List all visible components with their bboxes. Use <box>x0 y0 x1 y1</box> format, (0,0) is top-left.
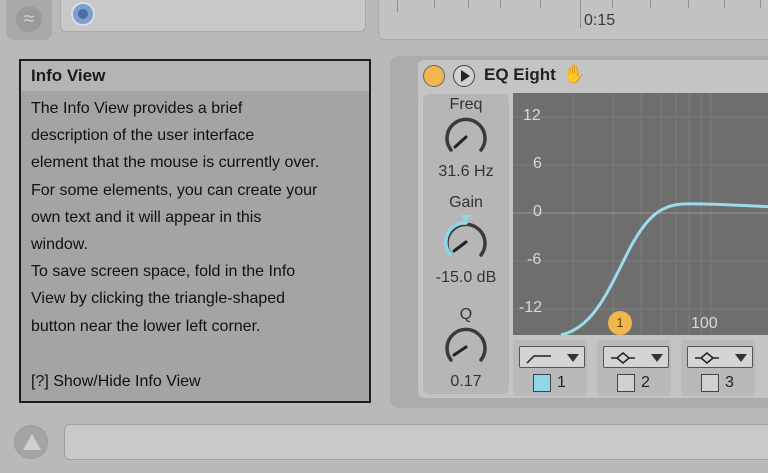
eq-eight-device: EQ Eight ✋ Freq 31.6 Hz Gain -15.0 dB Q … <box>418 60 768 398</box>
timeline-tick <box>500 0 501 8</box>
y-label-6: 6 <box>533 155 542 172</box>
freq-knob[interactable] <box>443 116 489 156</box>
hand-icon[interactable]: ✋ <box>563 64 585 85</box>
gain-value: -15.0 dB <box>435 269 497 286</box>
filter-enable-checkbox[interactable] <box>533 374 551 392</box>
filter-number: 3 <box>725 374 734 391</box>
time-label: 0:15 <box>584 12 616 29</box>
y-label-minus-6: -6 <box>527 251 542 268</box>
freq-label: Freq <box>449 96 483 113</box>
device-play-button[interactable] <box>453 65 475 87</box>
eq-curve <box>513 93 768 335</box>
timeline-tick <box>468 0 469 8</box>
band-marker-1[interactable]: 1 <box>608 311 632 335</box>
status-bar <box>64 424 768 460</box>
bell-icon <box>695 352 719 364</box>
chevron-down-icon <box>567 354 579 362</box>
q-value: 0.17 <box>450 373 482 390</box>
low-cut-icon <box>526 355 551 364</box>
arrangement-timeline[interactable] <box>378 0 768 40</box>
top-field[interactable] <box>60 0 366 32</box>
timeline-tick <box>580 0 581 28</box>
timeline-tick <box>397 0 398 12</box>
browser-toggle-button[interactable]: ≈ <box>6 0 52 40</box>
eq-display[interactable]: 12 6 0 -6 -12 100 <box>513 93 768 335</box>
filter-enable-checkbox[interactable] <box>701 374 719 392</box>
y-label-minus-12: -12 <box>519 299 543 316</box>
chevron-down-icon <box>735 354 747 362</box>
device-power-button[interactable] <box>423 65 445 87</box>
timeline-tick <box>724 0 725 8</box>
device-title: EQ Eight <box>484 65 556 84</box>
wave-icon: ≈ <box>16 6 42 32</box>
timeline-tick <box>434 0 435 8</box>
info-view-footer: [?] Show/Hide Info View <box>31 373 201 390</box>
y-label-12: 12 <box>523 107 541 124</box>
q-label: Q <box>459 306 473 323</box>
gain-label: Gain <box>449 194 483 211</box>
filter-type-select[interactable] <box>603 346 669 368</box>
timeline-tick <box>540 0 541 8</box>
filter-type-select[interactable] <box>519 346 585 368</box>
timeline-tick <box>612 0 613 8</box>
timeline-tick <box>650 0 651 8</box>
knob-panel: Freq 31.6 Hz Gain -15.0 dB Q 0.17 <box>423 94 509 394</box>
filter-band-3: 3 <box>681 340 755 396</box>
x-label-100: 100 <box>691 315 718 332</box>
filter-band-1: 1 <box>513 340 587 396</box>
y-label-0: 0 <box>533 203 542 220</box>
info-view-panel: Info View The Info View provides a brief… <box>19 59 371 403</box>
filter-type-select[interactable] <box>687 346 753 368</box>
filter-bands: 1 2 3 <box>513 336 768 396</box>
timeline-tick <box>688 0 689 8</box>
q-knob[interactable] <box>443 326 489 366</box>
info-view-toggle-button[interactable] <box>14 425 48 459</box>
filter-enable-checkbox[interactable] <box>617 374 635 392</box>
chevron-down-icon <box>651 354 663 362</box>
bell-icon <box>611 352 635 364</box>
filter-number: 1 <box>557 374 566 391</box>
gain-knob[interactable] <box>443 215 489 261</box>
info-view-text: The Info View provides a brief descripti… <box>31 100 320 335</box>
filter-number: 2 <box>641 374 650 391</box>
info-view-title: Info View <box>21 61 369 91</box>
timeline-tick <box>760 0 761 8</box>
filter-band-2: 2 <box>597 340 671 396</box>
globe-icon <box>71 2 95 26</box>
device-header: EQ Eight ✋ <box>418 60 768 90</box>
freq-value: 31.6 Hz <box>438 163 494 180</box>
